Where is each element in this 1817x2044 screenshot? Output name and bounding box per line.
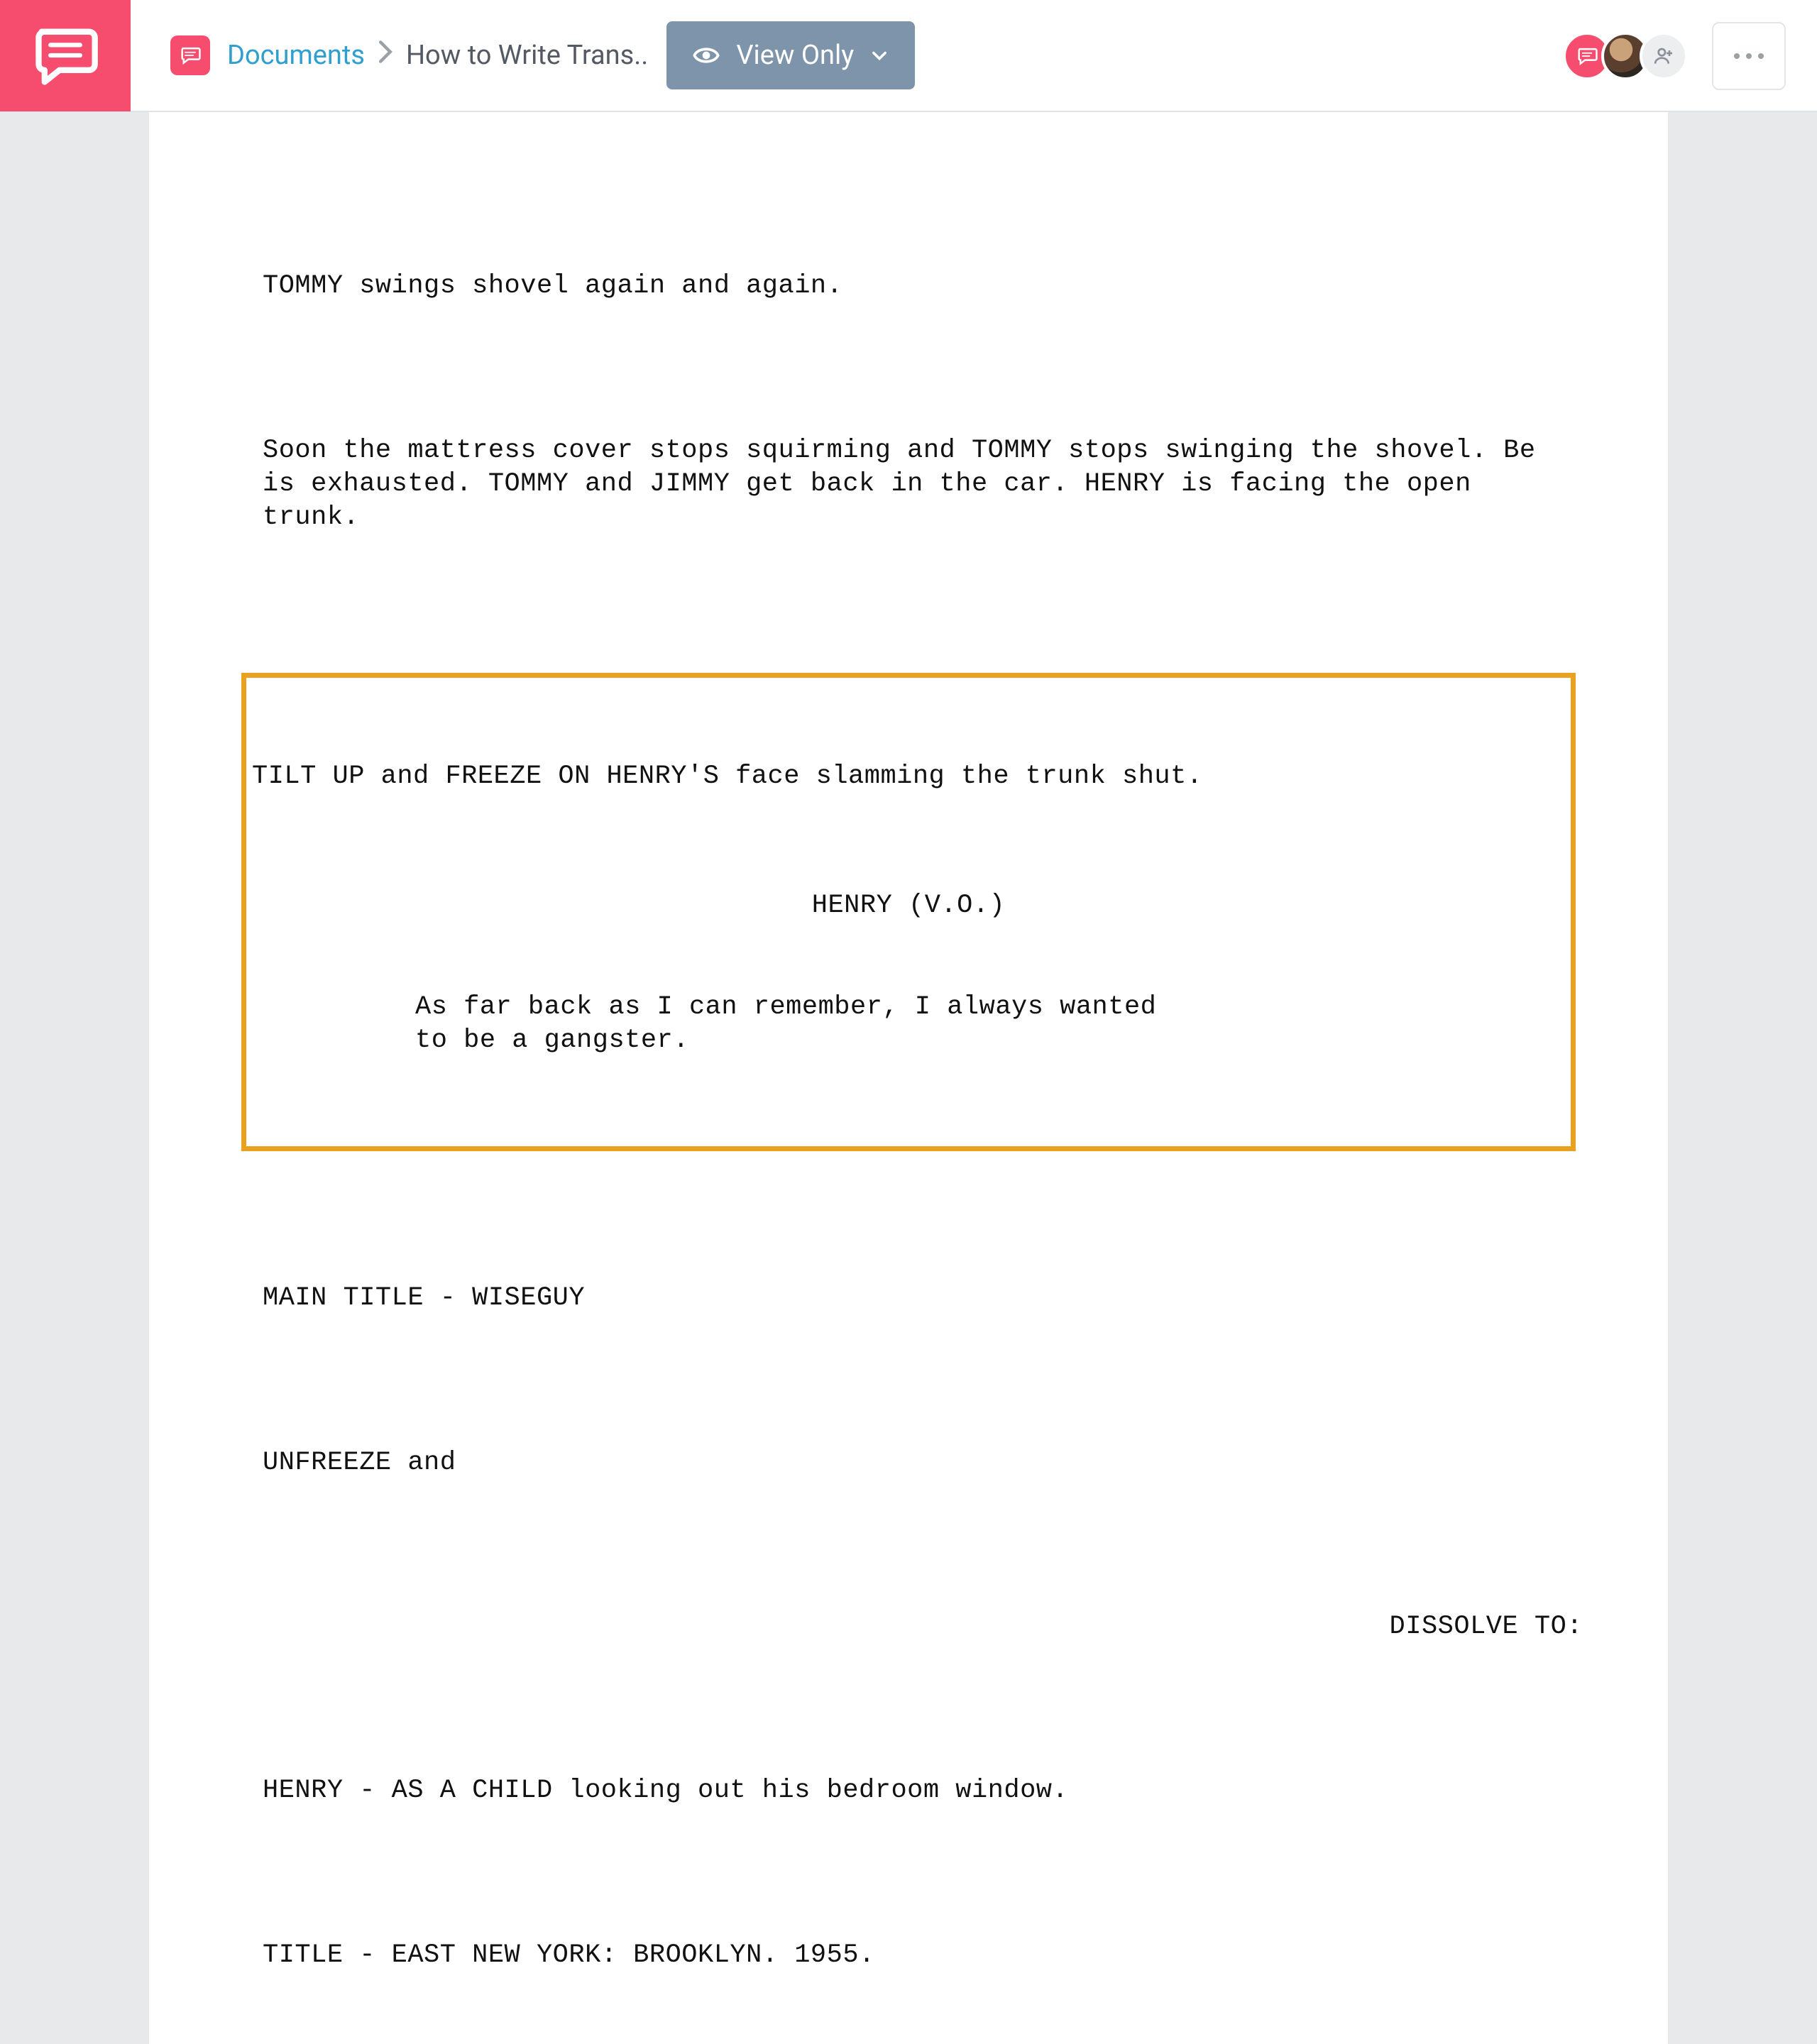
action-line: TOMMY swings shovel again and again. <box>263 270 1554 303</box>
action-line: TILT UP and FREEZE ON HENRY'S face slamm… <box>252 760 1565 793</box>
dialogue: As far back as I can remember, I always … <box>415 991 1168 1058</box>
more-horizontal-icon <box>1731 51 1767 61</box>
document-stage: TOMMY swings shovel again and again. Soo… <box>0 112 1817 2044</box>
app-logo[interactable] <box>0 0 131 111</box>
view-mode-label: View Only <box>736 40 854 71</box>
highlighted-block: TILT UP and FREEZE ON HENRY'S face slamm… <box>241 673 1576 1151</box>
eye-icon <box>692 41 720 70</box>
header-right <box>1573 0 1786 112</box>
collaborator-avatars[interactable] <box>1573 32 1688 80</box>
breadcrumb-current: How to Write Trans.. <box>406 40 648 71</box>
top-bar: Documents How to Write Trans.. View Only <box>0 0 1817 112</box>
transition: DISSOLVE TO: <box>263 1610 1583 1644</box>
breadcrumb-root-link[interactable]: Documents <box>227 40 365 71</box>
screenplay-body: TOMMY swings shovel again and again. Soo… <box>263 169 1554 2044</box>
view-mode-dropdown[interactable]: View Only <box>666 21 915 89</box>
chevron-right-icon <box>378 40 393 71</box>
chat-icon <box>1575 44 1599 68</box>
chat-button[interactable] <box>170 35 210 75</box>
more-menu-button[interactable] <box>1712 22 1786 90</box>
action-line: HENRY - AS A CHILD looking out his bedro… <box>263 1774 1554 1808</box>
breadcrumb: Documents How to Write Trans.. <box>227 40 648 71</box>
action-line: UNFREEZE and <box>263 1446 1554 1480</box>
title-line: TITLE - EAST NEW YORK: BROOKLYN. 1955. <box>263 1939 1554 1972</box>
chevron-down-icon <box>869 45 889 65</box>
add-collaborator[interactable] <box>1640 32 1688 80</box>
title-line: MAIN TITLE - WISEGUY <box>263 1282 1554 1315</box>
person-add-icon <box>1652 45 1675 67</box>
chat-icon <box>178 43 202 67</box>
action-line: Soon the mattress cover stops squirming … <box>263 434 1554 535</box>
character-cue: HENRY (V.O.) <box>252 889 1565 923</box>
document-page: TOMMY swings shovel again and again. Soo… <box>149 112 1668 2044</box>
speech-bubble-icon <box>30 20 101 91</box>
